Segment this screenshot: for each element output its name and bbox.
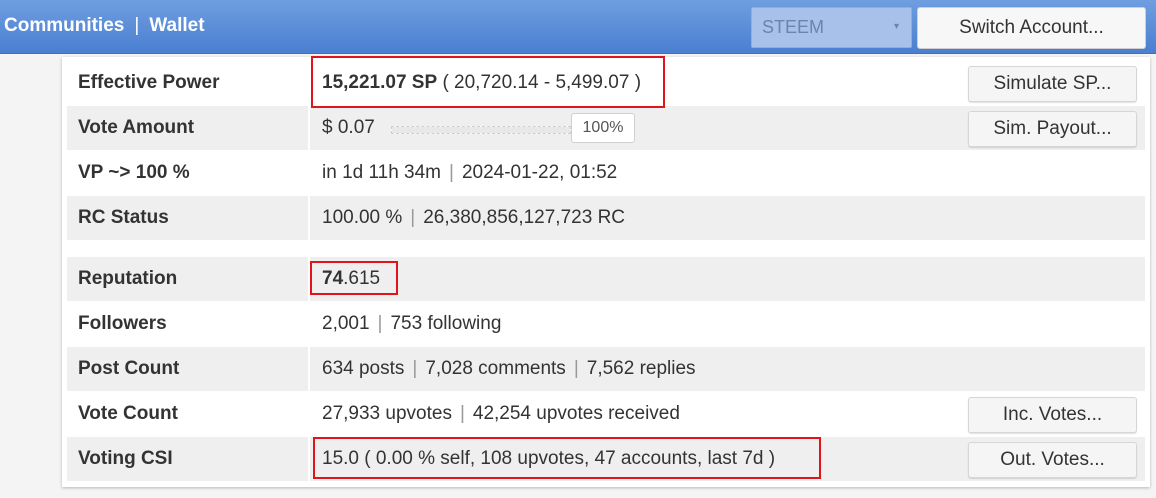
column-divider xyxy=(308,437,310,481)
column-divider xyxy=(308,347,310,391)
vote-weight-percent: 100% xyxy=(571,113,635,143)
vote-amount-label: Vote Amount xyxy=(78,117,195,138)
currency-select[interactable]: STEEM ▾ xyxy=(751,7,912,48)
currency-select-value: STEEM xyxy=(762,17,825,37)
pipe-separator: | xyxy=(412,358,418,379)
vp-time: in 1d 11h 34m xyxy=(322,162,442,183)
column-divider xyxy=(308,106,310,150)
vote-weight-slider[interactable] xyxy=(391,126,571,134)
comments-count: 7,028 comments xyxy=(425,358,566,379)
column-divider xyxy=(308,61,310,105)
top-nav: Communities | Wallet xyxy=(4,15,205,37)
pipe-separator: | xyxy=(459,403,465,424)
vote-amount-value: $ 0.07 xyxy=(322,117,375,138)
pipe-separator: | xyxy=(410,207,416,228)
effective-power-sp: 15,221.07 SP xyxy=(322,72,438,93)
row-vote-count: Vote Count 27,933 upvotes | 42,254 upvotes… xyxy=(67,392,1145,436)
nav-wallet-link[interactable]: Wallet xyxy=(149,15,204,36)
vote-weight-slider-fill xyxy=(392,127,570,133)
post-count-label: Post Count xyxy=(78,358,180,379)
reputation-label: Reputation xyxy=(78,268,178,289)
following-count: 753 following xyxy=(390,313,502,334)
reputation-dec: .615 xyxy=(343,268,381,289)
row-rc-status: RC Status 100.00 % | 26,380,856,127,723 RC xyxy=(67,196,1145,240)
vp-label: VP ~> 100 % xyxy=(78,162,190,183)
nav-communities-link[interactable]: Communities xyxy=(4,15,124,36)
upvotes-received-count: 42,254 upvotes received xyxy=(472,403,680,424)
voting-csi-label: Voting CSI xyxy=(78,448,173,469)
column-divider xyxy=(308,196,310,240)
upvotes-count: 27,933 upvotes xyxy=(322,403,452,424)
rc-status-label: RC Status xyxy=(78,207,169,228)
followers-count: 2,001 xyxy=(322,313,370,334)
reputation-int: 74 xyxy=(322,268,344,289)
nav-separator: | xyxy=(134,15,140,36)
pipe-separator: | xyxy=(449,162,454,183)
rc-amount: 26,380,856,127,723 RC xyxy=(423,207,626,228)
vp-value: in 1d 11h 34m | 2024-01-22, 01:52 xyxy=(322,151,617,195)
effective-power-label: Effective Power xyxy=(78,72,220,93)
chevron-down-icon: ▾ xyxy=(893,21,899,32)
out-votes-button[interactable]: Out. Votes... xyxy=(968,442,1137,478)
simulate-sp-button[interactable]: Simulate SP... xyxy=(968,66,1137,102)
posts-count: 634 posts xyxy=(322,358,405,379)
sim-payout-button[interactable]: Sim. Payout... xyxy=(968,111,1137,147)
column-divider xyxy=(308,302,310,346)
row-post-count: Post Count 634 posts | 7,028 comments | 7,56… xyxy=(67,347,1145,391)
row-voting-csi: Voting CSI 15.0 ( 0.00 % self, 108 upvot… xyxy=(67,437,1145,481)
row-vp: VP ~> 100 % in 1d 11h 34m | 2024-01-22, 01… xyxy=(67,151,1145,195)
vote-count-label: Vote Count xyxy=(78,403,178,424)
pipe-separator: | xyxy=(573,358,579,379)
post-count-value: 634 posts | 7,028 comments | 7,562 replies xyxy=(322,347,696,391)
pipe-separator: | xyxy=(377,313,383,334)
column-divider xyxy=(308,151,310,195)
row-followers: Followers 2,001 | 753 following xyxy=(67,302,1145,346)
column-divider xyxy=(308,392,310,436)
replies-count: 7,562 replies xyxy=(586,358,696,379)
top-bar: Communities | Wallet STEEM ▾ Switch Accoun… xyxy=(0,0,1156,54)
effective-power-detail: ( 20,720.14 - 5,499.07 ) xyxy=(442,72,642,93)
column-divider xyxy=(308,257,310,301)
row-reputation: Reputation 74.615 xyxy=(67,257,1145,301)
reputation-value: 74.615 xyxy=(322,257,380,301)
inc-votes-button[interactable]: Inc. Votes... xyxy=(968,397,1137,433)
followers-value: 2,001 | 753 following xyxy=(322,302,501,346)
rc-percent: 100.00 % xyxy=(322,207,403,228)
followers-label: Followers xyxy=(78,313,167,334)
vp-date: 2024-01-22, 01:52 xyxy=(461,162,618,183)
row-vote-amount: Vote Amount $ 0.07 100% Sim. Payout... xyxy=(67,106,1145,150)
rc-status-value: 100.00 % | 26,380,856,127,723 RC xyxy=(322,196,625,240)
voting-csi-value: 15.0 ( 0.00 % self, 108 upvotes, 47 acco… xyxy=(322,448,776,469)
switch-account-button[interactable]: Switch Account... xyxy=(917,7,1146,49)
vote-count-value: 27,933 upvotes | 42,254 upvotes received xyxy=(322,392,680,436)
effective-power-value: 15,221.07 SP ( 20,720.14 - 5,499.07 ) xyxy=(322,61,641,105)
account-panel: Effective Power 15,221.07 SP ( 20,720.14… xyxy=(62,57,1150,487)
row-effective-power: Effective Power 15,221.07 SP ( 20,720.14… xyxy=(67,61,1145,105)
